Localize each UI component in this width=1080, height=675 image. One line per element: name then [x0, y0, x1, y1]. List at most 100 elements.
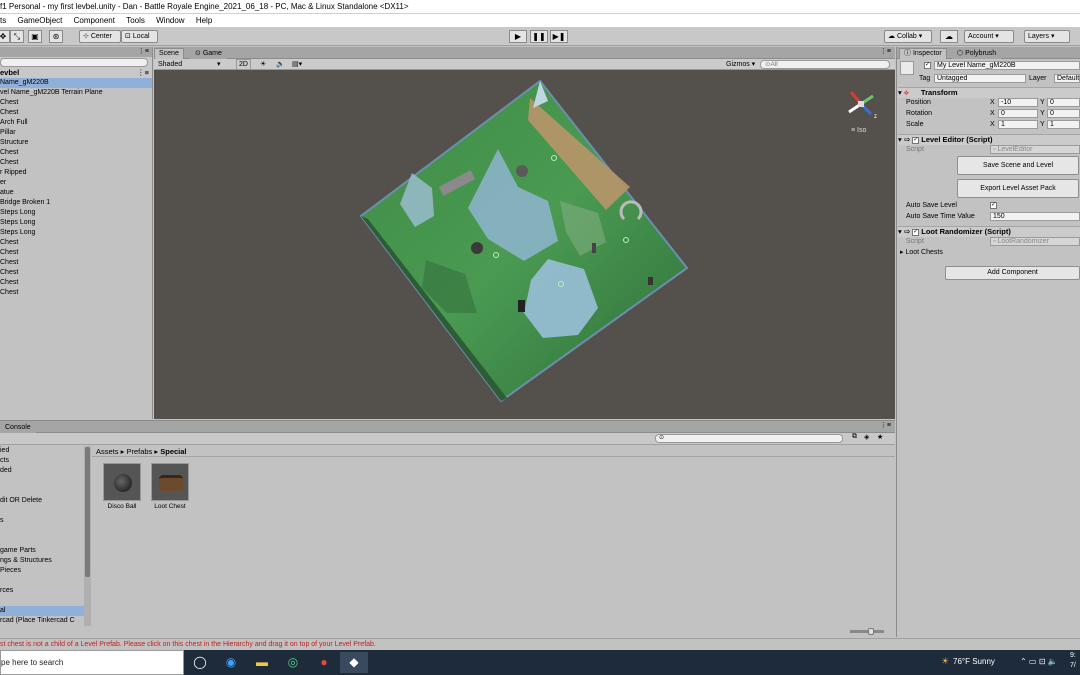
filter-by-label-icon[interactable]: ◈	[864, 433, 869, 441]
menu-item-gameobject[interactable]: GameObject	[17, 14, 62, 27]
hierarchy-item[interactable]: Structure	[0, 138, 152, 148]
step-button[interactable]: ▶❚	[550, 30, 568, 43]
object-name-field[interactable]: My Level Name_gM220B	[934, 61, 1080, 70]
project-folder-item[interactable]	[0, 506, 84, 516]
project-folder-item[interactable]: ied	[0, 446, 84, 456]
tab-console[interactable]: Console	[0, 422, 36, 433]
project-folder-item[interactable]: ngs & Structures	[0, 556, 84, 566]
taskbar-search-input[interactable]: pe here to search	[0, 650, 184, 675]
project-folder-item[interactable]: s	[0, 516, 84, 526]
breadcrumb-prefabs[interactable]: Prefabs	[126, 447, 152, 456]
clock-time[interactable]: 9:	[1070, 652, 1076, 659]
statue-object[interactable]	[516, 165, 528, 177]
hierarchy-item[interactable]: Steps Long	[0, 228, 152, 238]
menu-item-window[interactable]: Window	[156, 14, 184, 27]
add-component-button[interactable]: Add Component	[945, 266, 1080, 280]
play-button[interactable]: ▶	[509, 30, 527, 43]
account-dropdown[interactable]: Account ▾	[964, 30, 1014, 43]
pause-button[interactable]: ❚❚	[530, 30, 548, 43]
save-scene-button[interactable]: Save Scene and Level	[957, 156, 1079, 175]
transform-tool-icon[interactable]: ⊛	[49, 30, 63, 43]
hierarchy-item[interactable]: Chest	[0, 258, 152, 268]
breadcrumb-assets[interactable]: Assets	[96, 447, 119, 456]
transform-header[interactable]: ▾ ⟡ Transform	[898, 87, 1080, 98]
hierarchy-item[interactable]: Chest	[0, 98, 152, 108]
orientation-gizmo[interactable]: z	[848, 91, 877, 120]
rotation-y-field[interactable]: 0	[1047, 109, 1080, 118]
hierarchy-item[interactable]: Chest	[0, 158, 152, 168]
panel-menu-icon[interactable]: ⋮≡	[880, 47, 891, 55]
hierarchy-item[interactable]: Chest	[0, 148, 152, 158]
hierarchy-item[interactable]: Name_gM220B	[0, 78, 152, 88]
toggle-2d-button[interactable]: 2D	[236, 59, 251, 70]
effects-icon[interactable]: ▤▾	[292, 59, 302, 70]
chrome-icon[interactable]: ●	[310, 652, 338, 673]
loot-randomizer-enabled-checkbox[interactable]: ✓	[912, 228, 920, 236]
panel-menu-icon[interactable]: ⋮≡	[138, 47, 149, 55]
status-bar[interactable]: st chest is not a child of a Level Prefa…	[0, 638, 1080, 650]
project-folder-item[interactable]: ded	[0, 466, 84, 476]
browser-icon[interactable]: ◎	[279, 652, 307, 673]
menu-item-tools[interactable]: Tools	[126, 14, 145, 27]
tag-dropdown[interactable]: Untagged	[934, 74, 1026, 83]
export-asset-pack-button[interactable]: Export Level Asset Pack	[957, 179, 1079, 198]
hierarchy-item[interactable]: atue	[0, 188, 152, 198]
pivot-center-button[interactable]: ⊹ Center	[79, 30, 121, 43]
cloud-icon[interactable]: ☁	[940, 30, 958, 43]
project-folder-item[interactable]: dit OR Delete	[0, 496, 84, 506]
tab-inspector[interactable]: ⓘ Inspector	[899, 48, 947, 59]
folder-tree-scrollbar[interactable]	[84, 446, 91, 626]
audio-icon[interactable]: 🔈	[276, 59, 285, 70]
layer-dropdown[interactable]: Default	[1054, 74, 1080, 83]
auto-save-checkbox[interactable]: ✓	[990, 202, 997, 209]
hierarchy-item[interactable]: Chest	[0, 268, 152, 278]
project-folder-item[interactable]: game Parts	[0, 546, 84, 556]
project-folder-item[interactable]: cts	[0, 456, 84, 466]
project-folder-item[interactable]	[0, 536, 84, 546]
lighting-icon[interactable]: ☀	[260, 59, 266, 70]
hierarchy-item[interactable]: Steps Long	[0, 208, 152, 218]
file-explorer-icon[interactable]: ▬	[248, 652, 276, 673]
hierarchy-item[interactable]: Chest	[0, 278, 152, 288]
hierarchy-item[interactable]: Steps Long	[0, 218, 152, 228]
project-folder-item[interactable]: rces	[0, 586, 84, 596]
hierarchy-item[interactable]: Arch Full	[0, 118, 152, 128]
project-folder-item[interactable]	[0, 526, 84, 536]
move-tool-icon[interactable]: ✥	[0, 30, 10, 43]
tab-polybrush[interactable]: ⬡ Polybrush	[952, 48, 1002, 59]
loot-randomizer-header[interactable]: ▾ ⇨ ✓ Loot Randomizer (Script)	[898, 226, 1080, 237]
unity-icon[interactable]: ◆	[340, 652, 368, 673]
position-x-field[interactable]: -10	[998, 98, 1038, 107]
layers-dropdown[interactable]: Layers ▾	[1024, 30, 1070, 43]
breadcrumb-special[interactable]: Special	[160, 447, 186, 456]
weather-text[interactable]: 76°F Sunny	[953, 657, 995, 666]
tray-icons[interactable]: ⌃ ▭ ⊡ 🔈	[1020, 657, 1058, 666]
tab-game[interactable]: ⊙ Game	[190, 48, 227, 59]
rect-tool-icon[interactable]: ▣	[28, 30, 42, 43]
hierarchy-item[interactable]: r Ripped	[0, 168, 152, 178]
hierarchy-item[interactable]: Chest	[0, 248, 152, 258]
hierarchy-item[interactable]: Chest	[0, 238, 152, 248]
position-y-field[interactable]: 0	[1047, 98, 1080, 107]
disco-ball-object[interactable]	[471, 242, 483, 254]
edge-icon[interactable]: ◉	[217, 652, 245, 673]
menu-item-help[interactable]: Help	[196, 14, 212, 27]
auto-save-time-field[interactable]: 150	[990, 212, 1080, 221]
project-folder-item[interactable]	[0, 476, 84, 486]
level-editor-enabled-checkbox[interactable]: ✓	[912, 136, 920, 144]
project-folder-item[interactable]: al	[0, 606, 84, 616]
scene-search-input[interactable]: ⊙All	[760, 60, 890, 69]
loot-chests-foldout[interactable]: ▸ Loot Chests	[900, 248, 943, 258]
scale-x-field[interactable]: 1	[998, 120, 1038, 129]
scale-y-field[interactable]: 1	[1047, 120, 1080, 129]
hierarchy-item[interactable]: Chest	[0, 108, 152, 118]
project-folder-item[interactable]: Pieces	[0, 566, 84, 576]
shading-dropdown[interactable]: Shaded	[158, 59, 182, 70]
rotation-x-field[interactable]: 0	[998, 109, 1038, 118]
level-editor-header[interactable]: ▾ ⇨ ✓ Level Editor (Script)	[898, 134, 1080, 145]
iso-label[interactable]: ≡ Iso	[851, 127, 866, 134]
hierarchy-item[interactable]: Bridge Broken 1	[0, 198, 152, 208]
hierarchy-item[interactable]: Chest	[0, 288, 152, 298]
panel-menu-icon[interactable]: ⋮≡	[880, 421, 891, 429]
filter-by-type-icon[interactable]: ⧉	[852, 433, 857, 441]
